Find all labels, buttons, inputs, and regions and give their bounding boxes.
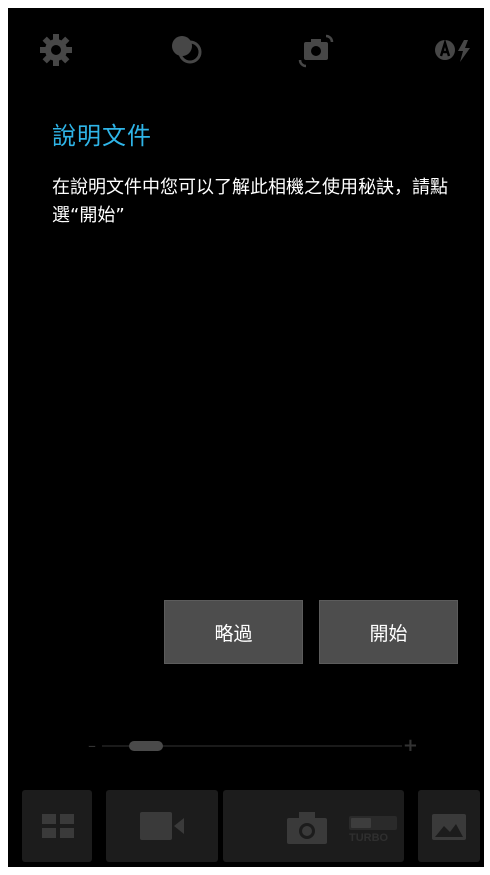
zoom-slider[interactable]: – + <box>88 737 418 755</box>
camera-screen: 說明文件 在說明文件中您可以了解此相機之使用秘訣，請點選“開始” 略過 開始 –… <box>8 8 484 867</box>
help-title: 說明文件 <box>52 122 152 150</box>
turbo-toggle-icon <box>349 816 397 830</box>
zoom-in-label[interactable]: + <box>403 737 418 755</box>
help-description: 在說明文件中您可以了解此相機之使用秘訣，請點選“開始” <box>52 177 448 226</box>
skip-button[interactable]: 略過 <box>164 600 303 664</box>
gear-icon[interactable] <box>38 32 74 68</box>
video-mode-button[interactable] <box>106 790 218 862</box>
start-button[interactable]: 開始 <box>319 600 458 664</box>
color-filter-icon[interactable] <box>168 32 204 68</box>
video-camera-icon <box>140 812 184 840</box>
mode-grid-button[interactable] <box>22 790 92 862</box>
zoom-thumb[interactable] <box>128 741 163 751</box>
camera-icon <box>287 812 327 844</box>
switch-camera-icon[interactable] <box>298 32 334 68</box>
gallery-button[interactable] <box>418 790 480 862</box>
zoom-out-label[interactable]: – <box>88 738 96 754</box>
turbo-label: TURBO <box>349 832 389 844</box>
grid-icon <box>42 814 74 838</box>
gallery-icon <box>432 814 466 840</box>
auto-flash-icon[interactable] <box>432 32 476 68</box>
shutter-button[interactable]: TURBO <box>223 790 404 862</box>
